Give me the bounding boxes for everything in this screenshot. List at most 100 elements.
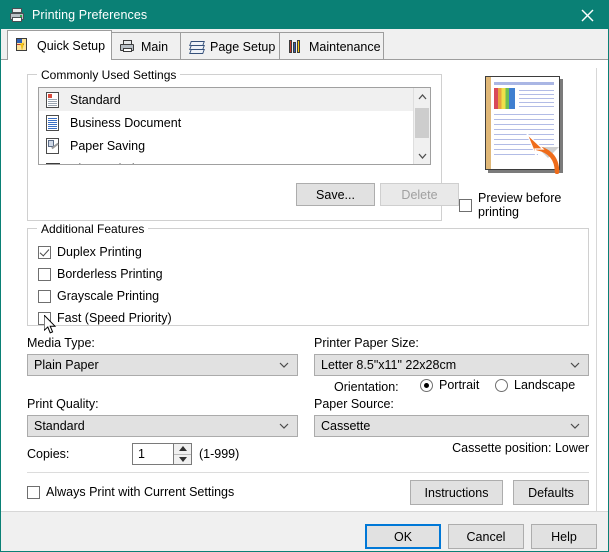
copies-input-value[interactable]: 1 bbox=[133, 447, 145, 461]
spinner-up-icon[interactable] bbox=[174, 444, 191, 455]
checkbox-always-print-label: Always Print with Current Settings bbox=[46, 485, 235, 499]
dialog-footer: OK Cancel Help bbox=[1, 512, 608, 551]
checkbox-box[interactable] bbox=[38, 311, 51, 325]
checkbox-fast-speed-priority-label: Fast (Speed Priority) bbox=[57, 311, 172, 325]
window-title: Printing Preferences bbox=[32, 8, 148, 22]
additional-features-legend: Additional Features bbox=[37, 222, 149, 236]
checkbox-grayscale-printing[interactable]: Grayscale Printing bbox=[38, 289, 159, 303]
checkbox-box[interactable] bbox=[38, 267, 51, 281]
paper-saving-icon bbox=[44, 137, 62, 155]
copies-label: Copies: bbox=[27, 447, 70, 461]
delete-button: Delete bbox=[380, 183, 459, 206]
ok-button[interactable]: OK bbox=[365, 524, 441, 549]
list-item-label: Standard bbox=[70, 92, 121, 107]
checkbox-borderless-printing-label: Borderless Printing bbox=[57, 267, 163, 281]
spinner-down-icon[interactable] bbox=[174, 455, 191, 465]
list-item-label: Photo Printing bbox=[70, 162, 149, 165]
checkbox-box[interactable] bbox=[38, 245, 51, 259]
commonly-used-settings-legend: Commonly Used Settings bbox=[37, 68, 181, 82]
paper-source-label: Paper Source: bbox=[314, 397, 394, 411]
cassette-position-status: Cassette position: Lower bbox=[452, 441, 589, 455]
additional-features-group: Additional Features Duplex Printing Bord… bbox=[27, 222, 589, 326]
list-item[interactable]: Business Document bbox=[39, 111, 430, 134]
list-item-label: Paper Saving bbox=[70, 138, 146, 153]
checkbox-always-print-current-settings[interactable]: Always Print with Current Settings bbox=[27, 485, 234, 499]
chevron-up-icon[interactable] bbox=[414, 88, 430, 105]
paper-source-select[interactable]: Cassette bbox=[314, 415, 589, 437]
list-item[interactable]: Standard bbox=[39, 88, 430, 111]
standard-doc-icon bbox=[44, 91, 62, 109]
preview-pane: Preview before printing bbox=[453, 70, 599, 225]
business-doc-icon bbox=[44, 114, 62, 132]
preview-before-printing-checkbox[interactable]: Preview before printing bbox=[459, 191, 599, 219]
tab-page-setup-label: Page Setup bbox=[210, 39, 276, 54]
scrollbar-thumb[interactable] bbox=[415, 108, 429, 138]
tools-icon bbox=[287, 39, 304, 55]
preview-before-printing-label: Preview before printing bbox=[478, 191, 562, 219]
copies-range-hint: (1-999) bbox=[199, 447, 240, 461]
quick-setup-panel: Commonly Used Settings Standard Business… bbox=[1, 60, 608, 520]
checkbox-duplex-printing-label: Duplex Printing bbox=[57, 245, 142, 259]
list-item[interactable]: Paper Saving bbox=[39, 134, 430, 157]
print-quality-select[interactable]: Standard bbox=[27, 415, 298, 437]
tab-maintenance-label: Maintenance bbox=[309, 39, 381, 54]
printer-icon bbox=[9, 7, 25, 23]
help-button[interactable]: Help bbox=[531, 524, 597, 549]
chevron-down-icon[interactable] bbox=[570, 423, 580, 429]
copies-stepper[interactable]: 1 bbox=[132, 443, 192, 465]
defaults-button[interactable]: Defaults bbox=[513, 480, 589, 505]
quick-setup-icon bbox=[15, 37, 32, 54]
print-quality-label: Print Quality: bbox=[27, 397, 99, 411]
media-type-select[interactable]: Plain Paper bbox=[27, 354, 298, 376]
list-item[interactable]: Photo Printing bbox=[39, 157, 430, 165]
duplex-arrow-icon bbox=[526, 133, 560, 174]
checkbox-grayscale-printing-label: Grayscale Printing bbox=[57, 289, 160, 303]
close-icon[interactable] bbox=[564, 1, 608, 29]
radio-button[interactable] bbox=[495, 378, 508, 392]
radio-orientation-portrait[interactable]: Portrait bbox=[420, 378, 479, 392]
list-item-label: Business Document bbox=[70, 115, 182, 130]
tab-maintenance[interactable]: Maintenance bbox=[279, 32, 384, 60]
printer-paper-size-select[interactable]: Letter 8.5"x11" 22x28cm bbox=[314, 354, 589, 376]
chevron-down-icon[interactable] bbox=[570, 362, 580, 368]
radio-orientation-portrait-label: Portrait bbox=[439, 378, 480, 392]
tab-quick-setup-label: Quick Setup bbox=[37, 38, 106, 53]
panel-divider bbox=[596, 68, 597, 520]
checkbox-borderless-printing[interactable]: Borderless Printing bbox=[38, 267, 163, 281]
commonly-used-settings-list[interactable]: Standard Business Document Paper Saving bbox=[38, 87, 431, 165]
media-type-label: Media Type: bbox=[27, 336, 95, 350]
print-preview-thumbnail bbox=[485, 76, 563, 174]
radio-orientation-landscape[interactable]: Landscape bbox=[495, 378, 575, 392]
checkbox-box[interactable] bbox=[38, 289, 51, 303]
paper-source-value: Cassette bbox=[321, 419, 371, 433]
commonly-used-settings-group: Commonly Used Settings Standard Business… bbox=[27, 68, 459, 221]
checkbox-duplex-printing[interactable]: Duplex Printing bbox=[38, 245, 142, 259]
tab-main-label: Main bbox=[141, 39, 169, 54]
tab-main[interactable]: Main bbox=[111, 32, 181, 60]
checkbox-box[interactable] bbox=[459, 198, 472, 212]
save-button[interactable]: Save... bbox=[296, 183, 375, 206]
separator bbox=[27, 472, 589, 473]
printer-paper-size-value: Letter 8.5"x11" 22x28cm bbox=[321, 358, 457, 372]
instructions-button[interactable]: Instructions bbox=[410, 480, 503, 505]
checkbox-fast-speed-priority[interactable]: Fast (Speed Priority) bbox=[38, 311, 172, 325]
print-quality-value: Standard bbox=[34, 419, 85, 433]
tab-quick-setup[interactable]: Quick Setup bbox=[7, 30, 112, 60]
chevron-down-icon[interactable] bbox=[279, 362, 289, 368]
media-type-value: Plain Paper bbox=[34, 358, 99, 372]
chevron-down-icon[interactable] bbox=[279, 423, 289, 429]
printer-paper-size-label: Printer Paper Size: bbox=[314, 336, 419, 350]
radio-button[interactable] bbox=[420, 378, 433, 392]
printing-preferences-window: Printing Preferences Quick Setup Main Pa… bbox=[0, 0, 609, 552]
pages-icon bbox=[188, 39, 205, 55]
copies-spin-buttons[interactable] bbox=[173, 444, 191, 464]
chevron-down-icon[interactable] bbox=[414, 147, 430, 164]
checkbox-box[interactable] bbox=[27, 485, 40, 499]
tab-page-setup[interactable]: Page Setup bbox=[180, 32, 280, 60]
tab-strip: Quick Setup Main Page Setup Maintenance bbox=[1, 29, 608, 60]
radio-orientation-landscape-label: Landscape bbox=[514, 378, 576, 392]
orientation-label: Orientation: bbox=[334, 380, 399, 394]
photo-printing-icon bbox=[44, 160, 62, 164]
cancel-button[interactable]: Cancel bbox=[448, 524, 524, 549]
list-scrollbar[interactable] bbox=[413, 88, 430, 164]
